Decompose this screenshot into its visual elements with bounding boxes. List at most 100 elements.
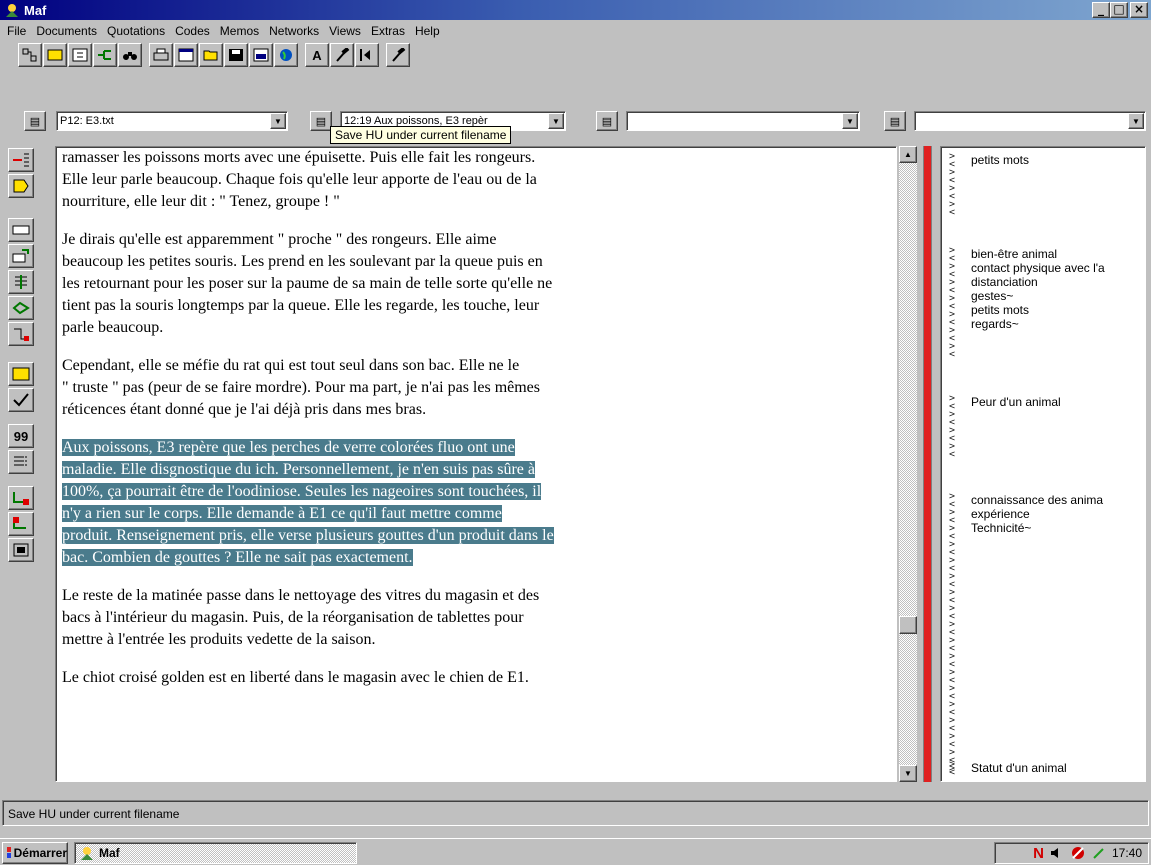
code-label[interactable]: bien-être animal bbox=[971, 247, 1105, 261]
memo-selector[interactable]: ▼ bbox=[914, 111, 1146, 131]
save-icon[interactable] bbox=[224, 43, 248, 67]
margin-position-bar bbox=[923, 146, 932, 782]
code-tree-icon[interactable] bbox=[18, 43, 42, 67]
document-text-area[interactable]: ramasser les poissons morts avec une épu… bbox=[55, 146, 897, 782]
code-label[interactable]: regards~ bbox=[971, 317, 1105, 331]
scroll-thumb[interactable] bbox=[899, 616, 917, 634]
text-search-icon[interactable] bbox=[8, 270, 34, 294]
code-label[interactable]: Technicité~ bbox=[971, 521, 1103, 535]
menu-quotations[interactable]: Quotations bbox=[102, 24, 170, 38]
code-margin[interactable]: > < > < > < > < petits mots > < > < > < > < > < > < > < bien… bbox=[940, 146, 1146, 782]
binoculars-icon[interactable] bbox=[118, 43, 142, 67]
taskbar: Démarrer Maf N 17:40 bbox=[0, 838, 1151, 865]
taskbar-app-button[interactable]: Maf bbox=[74, 842, 357, 864]
code-label[interactable]: gestes~ bbox=[971, 289, 1105, 303]
printer-icon[interactable] bbox=[149, 43, 173, 67]
display-icon[interactable] bbox=[8, 538, 34, 562]
code-selector[interactable]: ▼ bbox=[626, 111, 860, 131]
code-label[interactable]: contact physique avec l'a bbox=[971, 261, 1105, 275]
tray-n-icon[interactable]: N bbox=[1033, 845, 1044, 862]
code-label[interactable]: distanciation bbox=[971, 275, 1105, 289]
menu-memos[interactable]: Memos bbox=[215, 24, 264, 38]
chevron-down-icon[interactable]: ▼ bbox=[1128, 113, 1144, 129]
app-icon bbox=[6, 4, 18, 17]
chevron-down-icon[interactable]: ▼ bbox=[548, 113, 564, 129]
code-list[interactable]: connaissance des anima expérience Techni… bbox=[971, 493, 1103, 535]
code-label[interactable]: Peur d'un animal bbox=[971, 395, 1061, 409]
selector-row: ▤ P12: E3.txt ▼ ▤ 12:19 Aux poissons, E3… bbox=[0, 108, 1151, 134]
back-icon[interactable] bbox=[355, 43, 379, 67]
clock: 17:40 bbox=[1111, 846, 1142, 860]
chevron-down-icon[interactable]: ▼ bbox=[842, 113, 858, 129]
window-icon[interactable] bbox=[174, 43, 198, 67]
quotation-bracket: > < > < > < > < > < > < > < > < > < > < > < > < > < > < > < > < > < > bbox=[949, 491, 956, 774]
code-manager-icon[interactable]: ▤ bbox=[596, 111, 618, 131]
code-label[interactable]: expérience bbox=[971, 507, 1103, 521]
split-icon[interactable] bbox=[68, 43, 92, 67]
speaker-icon[interactable] bbox=[1050, 846, 1064, 860]
check-icon[interactable] bbox=[8, 388, 34, 412]
hammer-icon[interactable] bbox=[386, 43, 410, 67]
start-label: Démarrer bbox=[13, 846, 67, 860]
maximize-button[interactable]: □ bbox=[1110, 2, 1128, 18]
menu-help[interactable]: Help bbox=[410, 24, 445, 38]
menu-codes[interactable]: Codes bbox=[170, 24, 215, 38]
start-button[interactable]: Démarrer bbox=[2, 842, 68, 864]
paragraph[interactable]: Cependant, elle se méfie du rat qui est … bbox=[62, 355, 896, 421]
minimize-button[interactable]: _ bbox=[1092, 2, 1110, 18]
paragraph[interactable]: ramasser les poissons morts avec une épu… bbox=[62, 147, 896, 213]
list-icon[interactable] bbox=[8, 450, 34, 474]
menu-file[interactable]: File bbox=[2, 24, 31, 38]
paragraph[interactable]: Le chiot croisé golden est en liberté da… bbox=[62, 667, 896, 689]
code-list[interactable]: petits mots bbox=[971, 153, 1029, 167]
font-icon[interactable]: A bbox=[305, 43, 329, 67]
hierarchy-icon[interactable] bbox=[93, 43, 117, 67]
quotation-manager-icon[interactable]: ▤ bbox=[310, 111, 332, 131]
frame-icon[interactable] bbox=[43, 43, 67, 67]
open-folder-icon[interactable] bbox=[199, 43, 223, 67]
panel-icon[interactable] bbox=[249, 43, 273, 67]
hammer-icon[interactable] bbox=[330, 43, 354, 67]
code-list[interactable]: Peur d'un animal bbox=[971, 395, 1061, 409]
link-icon[interactable] bbox=[8, 322, 34, 346]
memo-frame-icon[interactable] bbox=[8, 362, 34, 386]
import-icon[interactable] bbox=[8, 486, 34, 510]
create-quotation-icon[interactable] bbox=[8, 218, 34, 242]
edit-quotation-icon[interactable] bbox=[8, 244, 34, 268]
code-label[interactable]: petits mots bbox=[971, 303, 1105, 317]
network-icon[interactable] bbox=[8, 296, 34, 320]
highlighted-quotation[interactable]: Aux poissons, E3 repère que les perches … bbox=[62, 437, 896, 569]
paragraph[interactable]: Le reste de la matinée passe dans le net… bbox=[62, 585, 896, 651]
code-label[interactable]: connaissance des anima bbox=[971, 493, 1103, 507]
network-status-icon[interactable] bbox=[1070, 846, 1086, 860]
code-list[interactable]: Statut d'un animal bbox=[971, 761, 1067, 775]
code-selection-icon[interactable] bbox=[8, 148, 34, 172]
paragraph[interactable]: Je dirais qu'elle est apparemment " proc… bbox=[62, 229, 896, 339]
code-label[interactable]: Statut d'un animal bbox=[971, 761, 1067, 775]
menu-views[interactable]: Views bbox=[324, 24, 366, 38]
status-bar: Save HU under current filename bbox=[2, 800, 1149, 826]
memo-manager-icon[interactable]: ▤ bbox=[884, 111, 906, 131]
pen-icon[interactable] bbox=[1092, 846, 1106, 860]
document-manager-icon[interactable]: ▤ bbox=[24, 111, 46, 131]
scroll-down-icon[interactable]: ▼ bbox=[899, 765, 917, 782]
code-label[interactable]: petits mots bbox=[971, 153, 1029, 167]
scroll-up-icon[interactable]: ▲ bbox=[899, 146, 917, 163]
menu-networks[interactable]: Networks bbox=[264, 24, 324, 38]
document-selector[interactable]: P12: E3.txt ▼ bbox=[56, 111, 288, 131]
quotation-selection[interactable]: Aux poissons, E3 repère que les perches … bbox=[62, 439, 554, 566]
menu-documents[interactable]: Documents bbox=[31, 24, 102, 38]
export-icon[interactable] bbox=[8, 512, 34, 536]
close-button[interactable]: × bbox=[1130, 2, 1148, 18]
quote-count-badge[interactable]: 99 bbox=[8, 424, 34, 448]
menu-extras[interactable]: Extras bbox=[366, 24, 410, 38]
open-coding-icon[interactable] bbox=[8, 174, 34, 198]
quotation-bracket: > < bbox=[949, 759, 956, 778]
vertical-scrollbar[interactable]: ▲ ▼ bbox=[899, 146, 917, 782]
quotation-bracket: > < > < > < > < bbox=[949, 151, 956, 218]
globe-icon[interactable] bbox=[274, 43, 298, 67]
title-bar[interactable]: Maf _ □ × bbox=[0, 0, 1151, 20]
chevron-down-icon[interactable]: ▼ bbox=[270, 113, 286, 129]
code-list[interactable]: bien-être animal contact physique avec l… bbox=[971, 247, 1105, 331]
quotation-bracket: > < > < > < > < bbox=[949, 393, 956, 460]
